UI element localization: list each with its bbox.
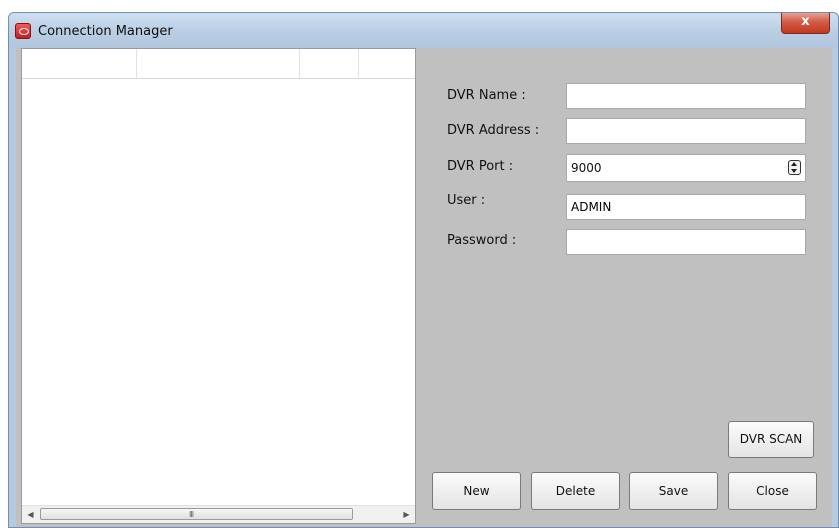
close-window-button[interactable]: x — [781, 13, 830, 34]
delete-button[interactable]: Delete — [531, 472, 620, 510]
list-column-header[interactable] — [22, 49, 137, 78]
client-area: ◀ III ▶ DVR Name : DVR Address : DVR Por… — [16, 48, 832, 527]
save-button[interactable]: Save — [629, 472, 718, 510]
spin-up-icon[interactable] — [791, 162, 797, 166]
window-title: Connection Manager — [38, 24, 173, 39]
dvr-name-field[interactable] — [566, 83, 806, 109]
dvr-port-value[interactable]: 9000 — [571, 161, 602, 175]
dvr-name-label: DVR Name : — [447, 88, 526, 103]
dvr-port-label: DVR Port : — [447, 159, 514, 174]
arrow-left-icon[interactable]: ◀ — [22, 506, 39, 523]
scrollbar-grip: III — [189, 510, 194, 519]
spin-updown-icon[interactable] — [788, 160, 801, 175]
arrow-right-icon[interactable]: ▶ — [398, 506, 415, 523]
dvr-scan-button[interactable]: DVR SCAN — [728, 421, 814, 458]
scrollbar-thumb[interactable]: III — [40, 508, 353, 520]
app-logo-icon — [15, 23, 31, 39]
dvr-port-stepper[interactable]: 9000 — [566, 154, 806, 182]
password-field[interactable] — [566, 229, 806, 255]
spin-down-icon[interactable] — [791, 169, 797, 173]
password-label: Password : — [447, 233, 517, 248]
dvr-address-field[interactable] — [566, 118, 806, 144]
new-button[interactable]: New — [432, 472, 521, 510]
list-column-header[interactable] — [299, 49, 359, 78]
horizontal-scrollbar[interactable]: ◀ III ▶ — [22, 505, 415, 523]
title-bar[interactable]: Connection Manager x — [9, 13, 838, 48]
user-label: User : — [447, 193, 486, 208]
close-button[interactable]: Close — [728, 472, 817, 510]
connection-manager-window: Connection Manager x ◀ III ▶ DVR Name : … — [8, 12, 839, 528]
close-icon: x — [801, 14, 810, 29]
dvr-address-label: DVR Address : — [447, 123, 540, 138]
connection-list[interactable]: ◀ III ▶ — [21, 48, 416, 524]
list-header — [22, 49, 415, 79]
list-column-header[interactable] — [136, 49, 300, 78]
user-field[interactable] — [566, 194, 806, 220]
